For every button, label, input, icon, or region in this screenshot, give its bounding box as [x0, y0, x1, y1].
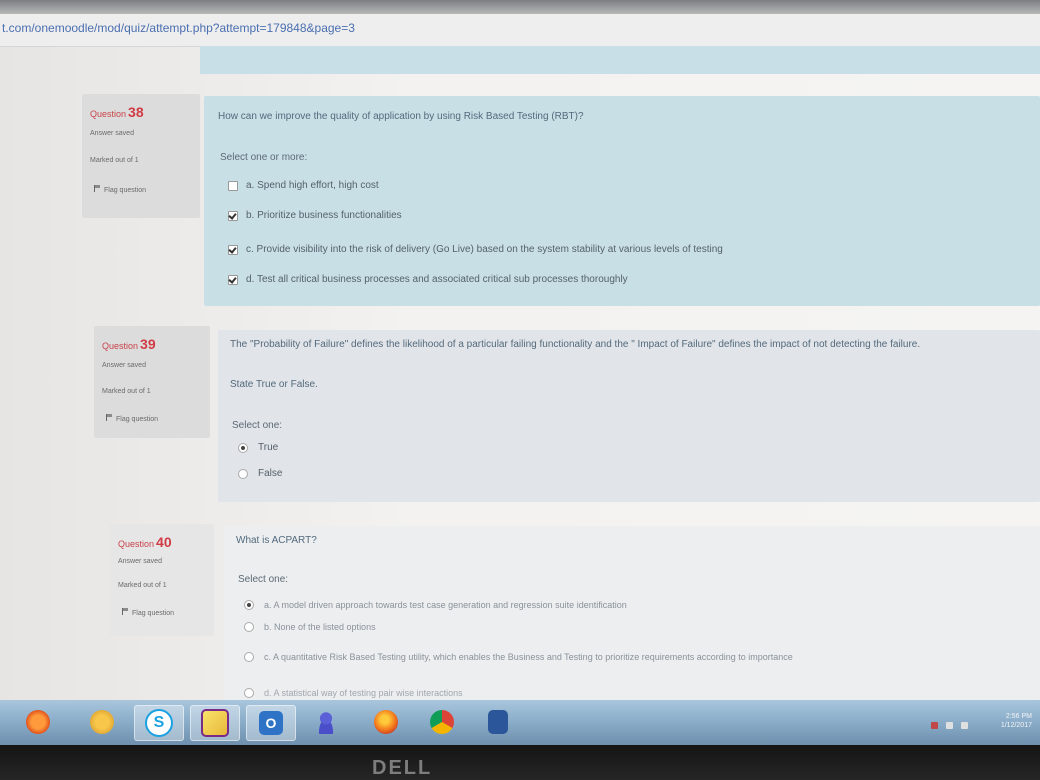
media-player-icon	[26, 710, 50, 734]
clock[interactable]: 2:56 PM 1/12/2017	[1001, 712, 1032, 730]
address-bar[interactable]: t.com/onemoodle/mod/quiz/attempt.php?att…	[0, 14, 1040, 47]
answer-state: Answer saved	[90, 130, 134, 137]
option-c[interactable]: c. Provide visibility into the risk of d…	[228, 244, 723, 255]
window-top-edge	[0, 0, 1040, 14]
option-true[interactable]: True	[238, 442, 278, 453]
question-text: How can we improve the quality of applic…	[218, 111, 584, 122]
marks-text: Marked out of 1	[90, 157, 139, 164]
question-content-38: How can we improve the quality of applic…	[204, 96, 1040, 306]
answer-state: Answer saved	[118, 558, 162, 565]
url-text[interactable]: t.com/onemoodle/mod/quiz/attempt.php?att…	[2, 21, 355, 35]
previous-question-block	[200, 46, 1040, 74]
user-icon	[314, 710, 338, 734]
firefox-icon	[374, 710, 398, 734]
question-content-39: The "Probability of Failure" defines the…	[218, 330, 1040, 502]
marks-text: Marked out of 1	[102, 388, 151, 395]
option-b[interactable]: b. Prioritize business functionalities	[228, 210, 402, 221]
option-b[interactable]: b. None of the listed options	[244, 622, 376, 632]
option-a[interactable]: a. Spend high effort, high cost	[228, 180, 379, 191]
tray-alert-icon[interactable]	[931, 722, 938, 729]
taskbar-file-explorer[interactable]	[78, 705, 126, 739]
option-false[interactable]: False	[238, 468, 282, 479]
option-c[interactable]: c. A quantitative Risk Based Testing uti…	[244, 650, 1004, 664]
option-a[interactable]: a. A model driven approach towards test …	[244, 600, 627, 610]
taskbar-user-app[interactable]	[302, 705, 350, 739]
flag-question-link[interactable]: Flag question	[106, 414, 158, 423]
answer-state: Answer saved	[102, 362, 146, 369]
skype-icon: S	[145, 709, 173, 737]
marks-text: Marked out of 1	[118, 582, 167, 589]
taskbar-firefox[interactable]	[362, 705, 410, 739]
taskbar-skype[interactable]: S	[134, 705, 184, 741]
sticky-notes-icon	[201, 709, 229, 737]
flag-question-link[interactable]: Flag question	[122, 608, 174, 617]
taskbar-sticky-notes[interactable]	[190, 705, 240, 741]
question-info-39: Question 39 Answer saved Marked out of 1 …	[94, 326, 210, 438]
question-text: What is ACPART?	[236, 535, 317, 546]
taskbar-media-player[interactable]	[14, 705, 62, 739]
checkbox[interactable]	[228, 180, 238, 191]
screen: t.com/onemoodle/mod/quiz/attempt.php?att…	[0, 0, 1040, 745]
radio-button[interactable]	[244, 600, 254, 610]
radio-button[interactable]	[238, 442, 248, 453]
flag-icon	[122, 608, 129, 615]
flag-question-link[interactable]: Flag question	[94, 185, 146, 194]
chrome-icon	[430, 710, 454, 734]
tray-network-icon[interactable]	[946, 722, 953, 729]
taskbar-outlook[interactable]: O	[246, 705, 296, 741]
question-info-38: Question 38 Answer saved Marked out of 1 …	[82, 94, 200, 218]
radio-button[interactable]	[244, 652, 254, 662]
checkbox[interactable]	[228, 274, 238, 285]
select-prompt: Select one:	[232, 420, 283, 431]
option-d[interactable]: d. Test all critical business processes …	[228, 274, 628, 285]
taskbar: S O 2:56 PM 1/12/2017	[0, 700, 1040, 745]
question-content-40: What is ACPART? Select one: a. A model d…	[224, 526, 1040, 700]
option-d[interactable]: d. A statistical way of testing pair wis…	[244, 688, 463, 698]
brand-logo: DELL	[372, 757, 433, 779]
taskbar-chrome[interactable]	[418, 705, 466, 739]
question-number: Question 39	[102, 336, 156, 352]
outlook-icon: O	[259, 711, 283, 735]
checkbox[interactable]	[228, 244, 238, 255]
monitor-bezel: DELL	[0, 745, 1040, 780]
word-icon	[488, 710, 508, 734]
taskbar-word[interactable]	[474, 705, 522, 739]
folder-icon	[90, 710, 114, 734]
flag-icon	[106, 414, 113, 421]
checkbox[interactable]	[228, 210, 238, 221]
radio-button[interactable]	[244, 688, 254, 698]
question-info-40: Question 40 Answer saved Marked out of 1 …	[110, 524, 214, 636]
flag-icon	[94, 185, 101, 192]
select-prompt: Select one or more:	[220, 152, 308, 163]
tray-volume-icon[interactable]	[961, 722, 968, 729]
system-tray-icons[interactable]	[931, 722, 968, 729]
radio-button[interactable]	[244, 622, 254, 632]
select-prompt: Select one:	[238, 574, 289, 585]
question-number: Question 38	[90, 104, 144, 120]
question-text: The "Probability of Failure" defines the…	[230, 339, 921, 350]
radio-button[interactable]	[238, 468, 248, 479]
question-subtext: State True or False.	[230, 379, 318, 390]
question-number: Question 40	[118, 534, 172, 550]
